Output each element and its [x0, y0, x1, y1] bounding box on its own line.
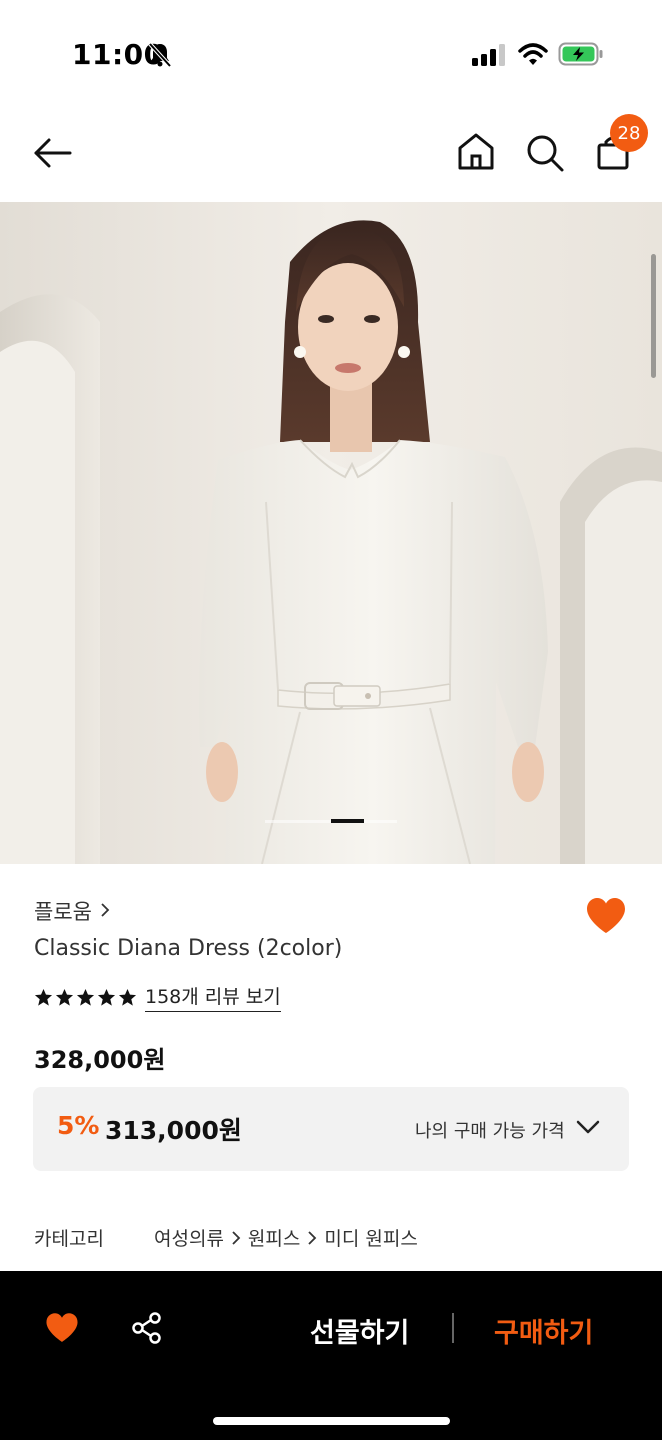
chevron-right-icon: [100, 899, 110, 923]
brand-name: 플로움: [34, 900, 92, 924]
buy-button[interactable]: 구매하기: [494, 1311, 593, 1350]
category-level-3[interactable]: 미디 원피스: [324, 1224, 417, 1251]
my-price-label: 나의 구매 가능 가격: [415, 1121, 565, 1142]
cellular-signal-icon: [472, 44, 506, 70]
cart-count-badge: 28: [610, 114, 648, 152]
home-indicator: [213, 1417, 450, 1425]
discount-rate: 5%: [57, 1111, 100, 1140]
rating-stars: [34, 988, 137, 1007]
scrollbar-thumb[interactable]: [651, 254, 656, 378]
brand-link[interactable]: 플로움: [34, 896, 110, 926]
star-icon: [118, 988, 137, 1006]
chevron-right-icon: [306, 1229, 318, 1247]
bottom-action-bar: 선물하기 구매하기: [0, 1271, 662, 1440]
star-icon: [97, 988, 116, 1006]
gift-button[interactable]: 선물하기: [310, 1311, 409, 1350]
wifi-icon: [518, 42, 548, 70]
home-button[interactable]: [456, 130, 496, 174]
like-button[interactable]: [44, 1311, 80, 1349]
category-level-2[interactable]: 원피스: [248, 1224, 300, 1251]
share-icon: [132, 1312, 161, 1344]
heart-icon: [587, 898, 625, 933]
carousel-indicator-active: [331, 819, 364, 823]
price-sale: 313,000원: [105, 1116, 242, 1145]
price-original: 328,000원: [34, 1046, 166, 1074]
category-row: 카테고리 여성의류 원피스 미디 원피스: [34, 1224, 418, 1251]
bar-divider: [452, 1313, 454, 1343]
search-icon: [527, 135, 564, 172]
heart-icon: [46, 1313, 78, 1342]
status-bar: 11:00: [0, 0, 662, 100]
back-button[interactable]: [30, 130, 76, 176]
chevron-right-icon: [230, 1229, 242, 1247]
top-navigation: [0, 100, 662, 202]
category-level-1[interactable]: 여성의류: [154, 1224, 224, 1251]
wishlist-button[interactable]: [584, 896, 628, 936]
search-button[interactable]: [524, 130, 566, 174]
carousel-indicator: [265, 819, 397, 823]
rating-row: 158개 리뷰 보기: [34, 982, 281, 1012]
star-icon: [76, 988, 95, 1006]
chevron-down-icon[interactable]: [575, 1117, 601, 1141]
star-icon: [34, 988, 53, 1006]
bell-muted-icon: [148, 42, 172, 72]
review-link[interactable]: 158개 리뷰 보기: [145, 982, 281, 1012]
battery-charging-icon: [558, 42, 604, 70]
category-breadcrumb: 여성의류 원피스 미디 원피스: [154, 1224, 418, 1251]
product-image-carousel[interactable]: [0, 202, 662, 864]
product-name: Classic Diana Dress (2color): [34, 936, 343, 961]
home-icon: [458, 133, 494, 170]
product-photo: [0, 202, 662, 864]
star-icon: [55, 988, 74, 1006]
category-label: 카테고리: [34, 1228, 104, 1250]
share-button[interactable]: [130, 1311, 164, 1349]
my-price-box[interactable]: 5% 313,000원 나의 구매 가능 가격: [33, 1087, 629, 1171]
